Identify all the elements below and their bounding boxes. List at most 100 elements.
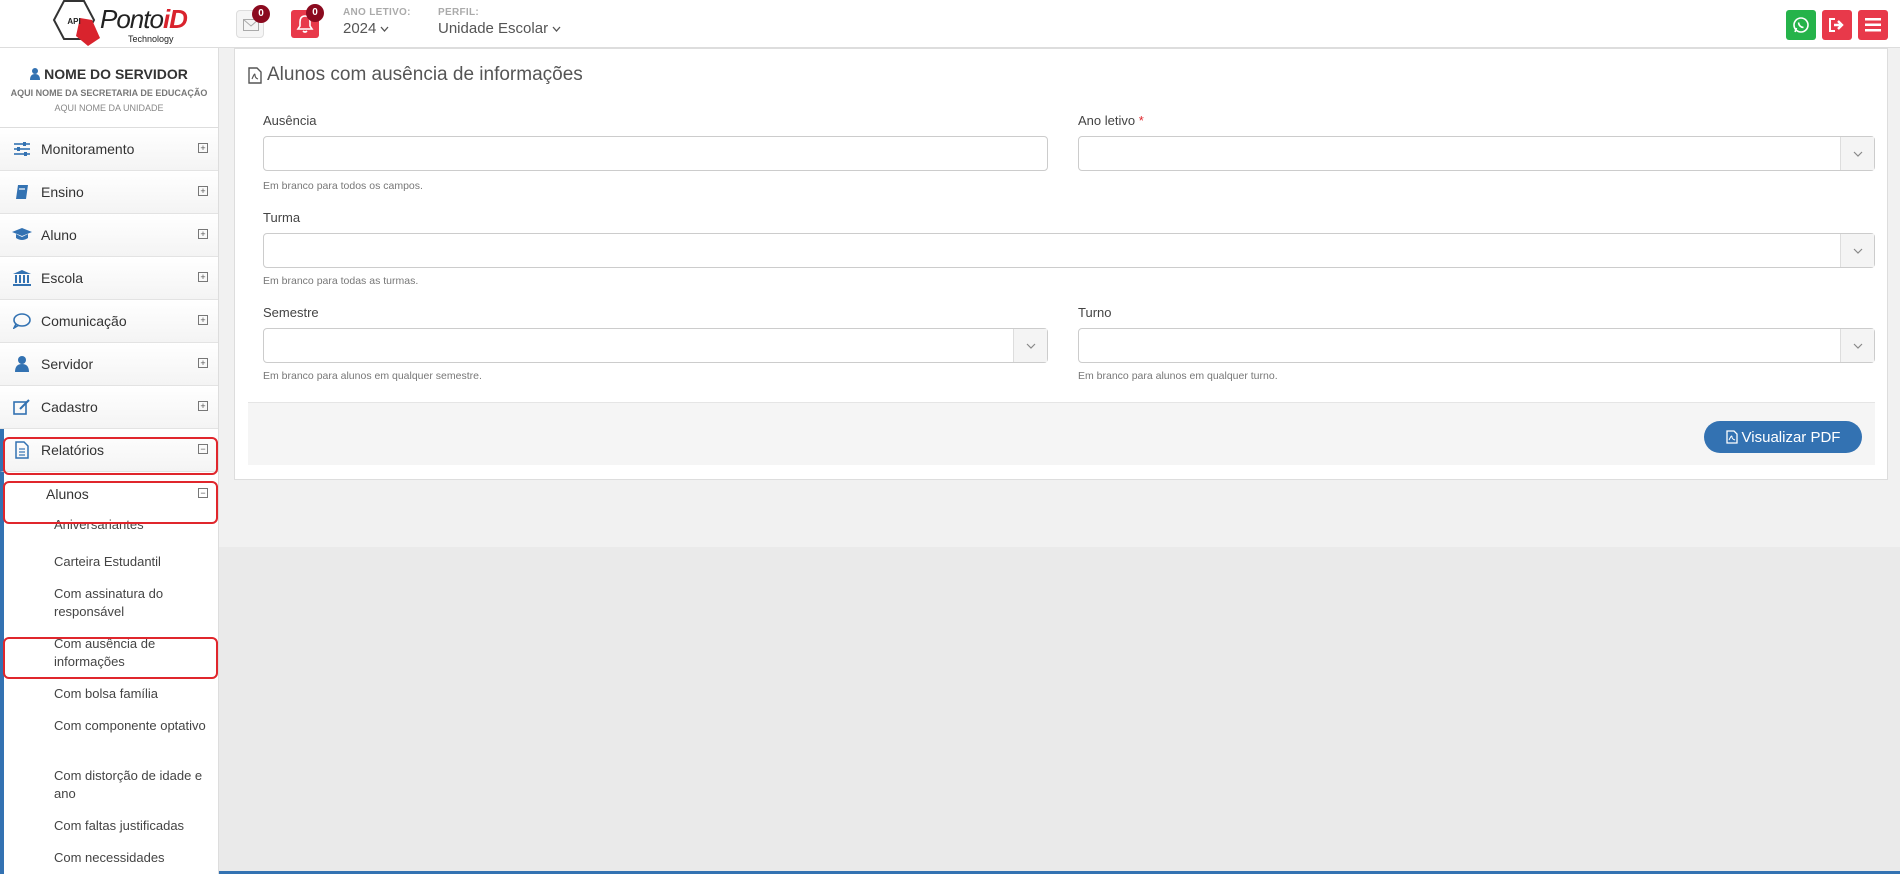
report-link[interactable]: Com necessidades: [54, 844, 218, 874]
sidebar-item-label: Ensino: [41, 184, 84, 200]
report-link[interactable]: Com faltas justificadas: [54, 812, 218, 844]
semestre-label: Semestre: [263, 305, 319, 320]
sliders-icon: [12, 139, 32, 159]
logo-hexagon-icon: API: [44, 0, 102, 53]
svg-text:API: API: [67, 17, 80, 26]
profile-label: PERFIL:: [438, 7, 479, 18]
turma-help: Em branco para todas as turmas.: [263, 275, 419, 287]
page-title-text: Alunos com ausência de informações: [267, 64, 583, 85]
menu-button[interactable]: [1858, 10, 1888, 40]
collapse-icon: −: [198, 488, 208, 498]
ausencia-help: Em branco para todos os campos.: [263, 180, 423, 192]
sidebar-item-relatorios[interactable]: Relatórios −: [0, 429, 218, 472]
graduation-cap-icon: [12, 225, 32, 245]
chevron-down-icon: [1026, 343, 1035, 349]
profile-value: Unidade Escolar: [438, 20, 549, 37]
expand-icon: +: [198, 315, 208, 325]
logout-button[interactable]: [1822, 10, 1852, 40]
chevron-down-icon: [1853, 343, 1862, 349]
required-asterisk: *: [1138, 113, 1144, 128]
user-info: NOME DO SERVIDOR AQUI NOME DA SECRETARIA…: [0, 48, 218, 128]
chevron-down-icon: [552, 26, 561, 32]
messages-count-badge: 0: [252, 5, 270, 23]
top-bar: API PontoiD Technology 0 0 ANO LETIVO: 2…: [0, 0, 1900, 48]
view-pdf-button[interactable]: Visualizar PDF: [1704, 421, 1862, 453]
turno-label: Turno: [1078, 305, 1112, 320]
page-title: Alunos com ausência de informações: [248, 64, 583, 86]
report-link[interactable]: Com bolsa família: [54, 680, 218, 712]
report-list: Aniversariantes Carteira Estudantil Com …: [0, 516, 218, 874]
school-year-label: ANO LETIVO:: [343, 7, 411, 18]
logo[interactable]: API PontoiD Technology: [44, 0, 188, 46]
turno-select[interactable]: [1078, 328, 1875, 363]
chat-bubble-icon: [12, 311, 32, 331]
turma-select[interactable]: [263, 233, 1875, 268]
expand-icon: +: [198, 229, 208, 239]
sidebar-item-ensino[interactable]: Ensino +: [0, 171, 218, 214]
sidebar-subitem-label: Alunos: [46, 486, 89, 502]
sidebar-item-label: Cadastro: [41, 399, 98, 415]
report-link[interactable]: Carteira Estudantil: [54, 548, 218, 580]
sidebar-item-servidor[interactable]: Servidor +: [0, 343, 218, 386]
expand-icon: +: [198, 401, 208, 411]
view-pdf-label: Visualizar PDF: [1741, 428, 1841, 446]
user-icon: [12, 354, 32, 374]
expand-icon: +: [198, 143, 208, 153]
sidebar-item-label: Escola: [41, 270, 84, 286]
expand-icon: +: [198, 186, 208, 196]
collapse-icon: −: [198, 444, 208, 454]
content-background: [219, 547, 1900, 871]
whatsapp-icon: [1793, 17, 1809, 33]
chevron-down-icon: [380, 26, 389, 32]
sidebar-subitem-alunos[interactable]: Alunos −: [0, 472, 218, 516]
unidade-name: AQUI NOME DA UNIDADE: [54, 103, 164, 113]
ano-letivo-label: Ano letivo *: [1078, 113, 1144, 128]
institution-icon: [12, 268, 32, 288]
turno-help: Em branco para alunos em qualquer turno.: [1078, 370, 1278, 382]
report-link[interactable]: Com assinatura do responsável: [54, 580, 218, 630]
sidebar: NOME DO SERVIDOR AQUI NOME DA SECRETARIA…: [0, 48, 219, 874]
expand-icon: +: [198, 358, 208, 368]
logo-brand: PontoiD: [100, 4, 188, 34]
ausencia-label: Ausência: [263, 113, 317, 128]
report-link[interactable]: Com componente optativo: [54, 712, 218, 762]
sidebar-item-escola[interactable]: Escola +: [0, 257, 218, 300]
report-link[interactable]: Aniversariantes: [54, 516, 218, 548]
semestre-select[interactable]: [263, 328, 1048, 363]
user-icon: [30, 68, 41, 80]
form-footer: Visualizar PDF: [248, 402, 1875, 465]
expand-icon: +: [198, 272, 208, 282]
pdf-file-icon: [248, 66, 262, 84]
messages-button[interactable]: 0: [236, 5, 270, 38]
whatsapp-button[interactable]: [1786, 10, 1816, 40]
sidebar-item-aluno[interactable]: Aluno +: [0, 214, 218, 257]
sidebar-item-cadastro[interactable]: Cadastro +: [0, 386, 218, 429]
report-link-active[interactable]: Com ausência de informações: [54, 630, 218, 680]
edit-icon: [12, 397, 32, 417]
report-file-icon: [12, 440, 32, 460]
semestre-help: Em branco para alunos em qualquer semest…: [263, 370, 482, 382]
pdf-file-icon: [1725, 430, 1738, 444]
book-icon: [12, 182, 32, 202]
sidebar-item-label: Comunicação: [41, 313, 127, 329]
turma-label: Turma: [263, 210, 301, 225]
secretaria-name: AQUI NOME DA SECRETARIA DE EDUCAÇÃO: [10, 88, 208, 98]
sidebar-item-comunicacao[interactable]: Comunicação +: [0, 300, 218, 343]
sidebar-item-label: Relatórios: [41, 442, 105, 458]
profile-selector[interactable]: PERFIL: Unidade Escolar: [438, 7, 561, 37]
sidebar-item-label: Monitoramento: [41, 141, 135, 157]
chevron-down-icon: [1853, 248, 1862, 254]
user-name: NOME DO SERVIDOR: [44, 66, 188, 82]
report-link[interactable]: Com distorção de idade e ano: [54, 762, 218, 812]
hamburger-icon: [1865, 18, 1881, 32]
school-year-selector[interactable]: ANO LETIVO: 2024: [343, 7, 411, 37]
sidebar-item-label: Aluno: [41, 227, 77, 243]
logo-tagline: Technology: [128, 34, 174, 44]
school-year-value: 2024: [343, 20, 377, 37]
sidebar-item-monitoramento[interactable]: Monitoramento +: [0, 128, 218, 171]
ausencia-input[interactable]: [263, 136, 1048, 171]
notifications-count-badge: 0: [306, 4, 324, 22]
report-form-panel: Alunos com ausência de informações Ausên…: [234, 48, 1888, 480]
notifications-button[interactable]: 0: [291, 4, 324, 38]
ano-letivo-select[interactable]: [1078, 136, 1875, 171]
